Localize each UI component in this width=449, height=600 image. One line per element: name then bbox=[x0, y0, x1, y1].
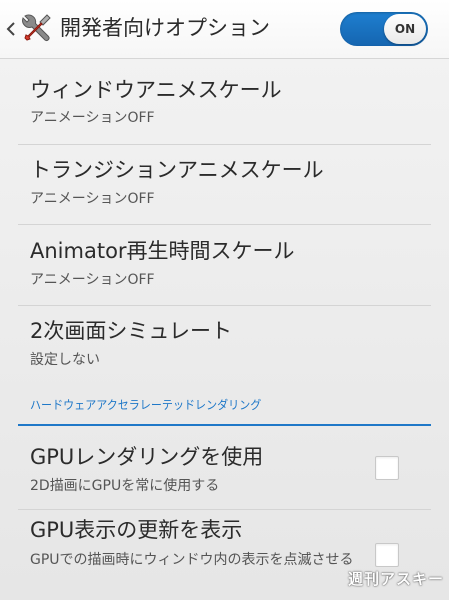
divider bbox=[18, 144, 431, 145]
simulate-secondary-display-item[interactable]: 2次画面シミュレート 設定しない bbox=[0, 307, 449, 385]
row-title: GPU表示の更新を表示 bbox=[30, 518, 243, 542]
row-summary: アニメーションOFF bbox=[30, 191, 155, 207]
publisher-watermark: 週刊アスキー bbox=[348, 570, 445, 588]
row-title: 2次画面シミュレート bbox=[30, 319, 232, 343]
row-summary: アニメーションOFF bbox=[30, 272, 155, 288]
show-gpu-view-updates-checkbox[interactable] bbox=[375, 543, 399, 567]
divider bbox=[18, 224, 431, 225]
transition-animation-scale-item[interactable]: トランジションアニメスケール アニメーションOFF bbox=[0, 146, 449, 224]
settings-tools-icon[interactable] bbox=[18, 11, 54, 47]
row-summary: アニメーションOFF bbox=[30, 110, 155, 126]
window-animation-scale-item[interactable]: ウィンドウアニメスケール アニメーションOFF bbox=[0, 66, 449, 140]
row-title: Animator再生時間スケール bbox=[30, 239, 295, 263]
back-chevron-icon[interactable] bbox=[6, 22, 16, 36]
section-divider bbox=[18, 424, 431, 426]
row-title: ウィンドウアニメスケール bbox=[30, 78, 282, 102]
page-title: 開発者向けオプション bbox=[60, 16, 270, 40]
section-header: ハードウェアアクセラレーテッドレンダリング bbox=[30, 398, 262, 412]
developer-options-toggle[interactable]: ON bbox=[340, 12, 428, 46]
animator-duration-scale-item[interactable]: Animator再生時間スケール アニメーションOFF bbox=[0, 226, 449, 304]
row-title: トランジションアニメスケール bbox=[30, 158, 324, 182]
force-gpu-rendering-checkbox[interactable] bbox=[375, 456, 399, 480]
row-summary: 2D描画にGPUを常に使用する bbox=[30, 478, 220, 494]
row-title: GPUレンダリングを使用 bbox=[30, 445, 264, 469]
action-bar: 開発者向けオプション ON bbox=[0, 0, 449, 59]
row-summary: GPUでの描画時にウィンドウ内の表示を点滅させる bbox=[30, 552, 354, 568]
row-summary: 設定しない bbox=[30, 352, 100, 368]
divider bbox=[18, 305, 431, 306]
toggle-state-label: ON bbox=[384, 14, 426, 44]
